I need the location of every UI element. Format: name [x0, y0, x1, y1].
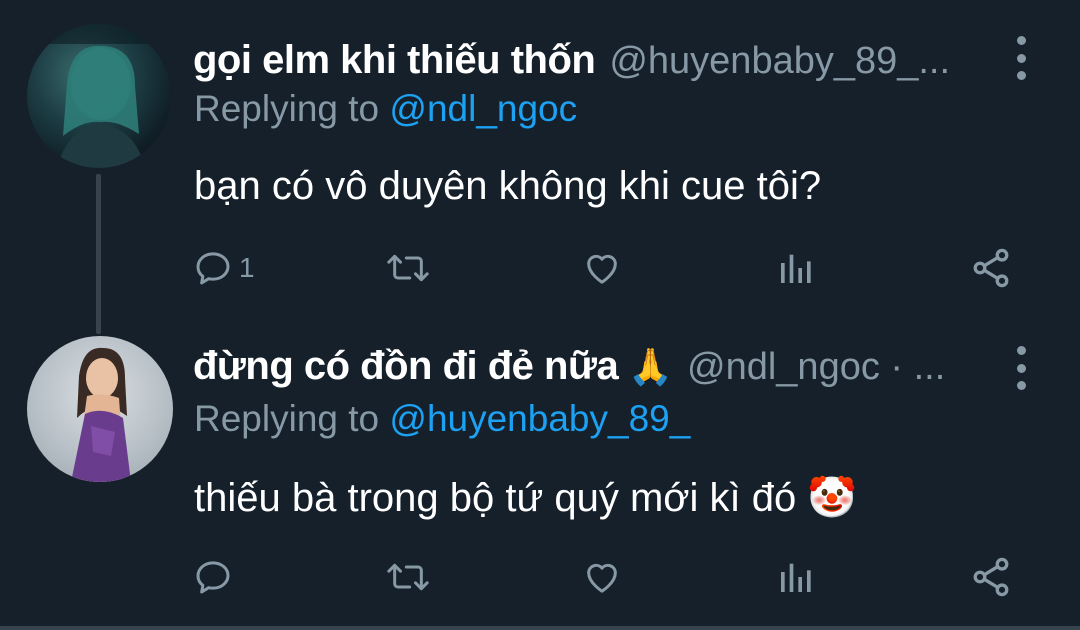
views-icon [781, 563, 811, 592]
retweet-icon [387, 254, 429, 282]
name-emoji: 🙏 [628, 346, 674, 387]
replying-mention[interactable]: @ndl_ngoc [389, 88, 577, 129]
share-icon [973, 248, 1009, 288]
avatar-image [71, 347, 131, 482]
replying-mention[interactable]: @huyenbaby_89_ [389, 398, 690, 439]
replying-prefix: Replying to [194, 88, 380, 129]
replying-to: Replying to @ndl_ngoc [194, 88, 577, 130]
action-bar: 1 [0, 243, 1080, 293]
retweet-icon [387, 563, 429, 591]
tweet[interactable]: đừng có đồn đi đẻ nữa 🙏 @ndl_ngoc · ... … [0, 322, 1080, 630]
replying-to: Replying to @huyenbaby_89_ [194, 398, 690, 440]
reply-button[interactable]: 1 [193, 243, 255, 293]
tweet-header: gọi elm khi thiếu thốn @huyenbaby_89_... [193, 38, 993, 86]
tweet-text: thiếu bà trong bộ tứ quý mới kì đó 🤡 [194, 476, 858, 520]
share-button[interactable] [969, 552, 1013, 602]
more-vertical-icon[interactable] [1013, 36, 1029, 80]
tweet-header: đừng có đồn đi đẻ nữa 🙏 @ndl_ngoc · ... [193, 344, 993, 392]
retweet-button[interactable] [386, 243, 430, 293]
reply-count: 1 [239, 252, 255, 283]
views-button[interactable] [776, 552, 816, 602]
user-handle[interactable]: @huyenbaby_89_... [609, 40, 950, 83]
views-button[interactable] [776, 243, 816, 293]
tweet[interactable]: gọi elm khi thiếu thốn @huyenbaby_89_...… [0, 0, 1080, 334]
views-icon [781, 254, 811, 283]
avatar[interactable] [27, 336, 173, 482]
retweet-button[interactable] [386, 552, 430, 602]
like-button[interactable] [581, 243, 623, 293]
avatar-image [27, 24, 171, 168]
reply-icon [196, 252, 230, 285]
avatar[interactable] [27, 24, 171, 168]
action-bar [0, 552, 1080, 602]
like-icon [587, 563, 617, 593]
user-handle[interactable]: @ndl_ngoc · ... [687, 346, 945, 389]
reply-button[interactable] [193, 552, 239, 602]
display-name[interactable]: gọi elm khi thiếu thốn [193, 38, 596, 83]
tweet-text: bạn có vô duyên không khi cue tôi? [194, 164, 822, 208]
like-button[interactable] [581, 552, 623, 602]
like-icon [587, 254, 617, 284]
reply-icon [196, 561, 230, 594]
share-icon [973, 557, 1009, 597]
divider [0, 626, 1080, 630]
display-name[interactable]: đừng có đồn đi đẻ nữa [193, 344, 619, 389]
more-vertical-icon[interactable] [1013, 346, 1029, 390]
share-button[interactable] [969, 243, 1013, 293]
replying-prefix: Replying to [194, 398, 380, 439]
